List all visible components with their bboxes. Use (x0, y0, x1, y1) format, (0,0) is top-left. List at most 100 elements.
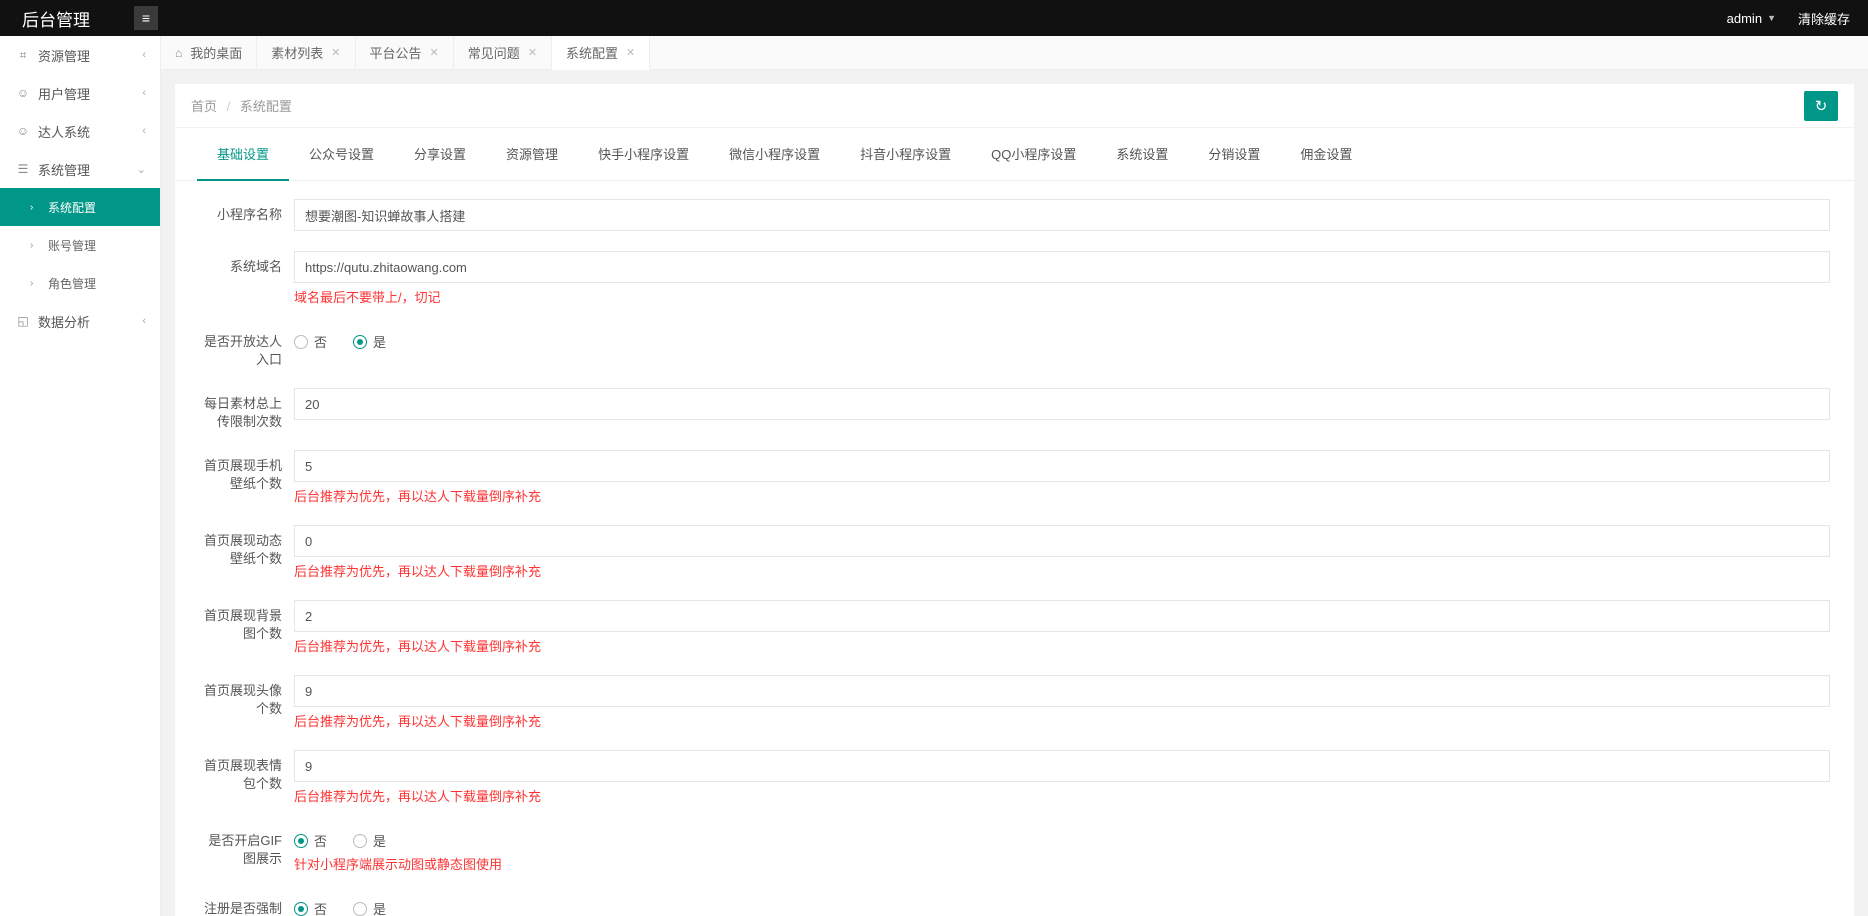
breadcrumb: 首页 / 系统配置 ↻ (175, 84, 1854, 128)
sidebar-sub-role[interactable]: › 角色管理 (0, 264, 160, 302)
radio-gif-no[interactable]: 否 (294, 831, 327, 850)
chevron-right-icon: › (30, 240, 42, 251)
tab-label: 常见问题 (468, 43, 520, 62)
sidebar-item-users[interactable]: ☺ 用户管理 ‹ (0, 74, 160, 112)
settings-tabs: 基础设置 公众号设置 分享设置 资源管理 快手小程序设置 微信小程序设置 抖音小… (175, 128, 1854, 181)
label-app-name: 小程序名称 (199, 199, 294, 224)
tab-share[interactable]: 分享设置 (394, 128, 486, 180)
clear-cache-button[interactable]: 清除缓存 (1798, 9, 1850, 28)
tab-desktop[interactable]: ⌂ 我的桌面 (161, 36, 257, 69)
tab-label: 素材列表 (271, 43, 323, 62)
chevron-down-icon: ⌄ (137, 163, 146, 176)
refresh-icon: ↻ (1815, 97, 1828, 115)
radio-gif-yes[interactable]: 是 (353, 831, 386, 850)
sidebar-item-system[interactable]: ☰ 系统管理 ⌄ (0, 150, 160, 188)
sidebar-item-resources[interactable]: ⌗ 资源管理 ‹ (0, 36, 160, 74)
tab-ks[interactable]: 快手小程序设置 (578, 128, 709, 180)
label-force-reg: 注册是否强制 (199, 893, 294, 916)
tab-material[interactable]: 素材列表 ✕ (257, 36, 355, 69)
label-open-daren: 是否开放达人入口 (199, 326, 294, 368)
label-home-dynamic: 首页展现动态壁纸个数 (199, 525, 294, 567)
breadcrumb-current: 系统配置 (240, 99, 292, 114)
chevron-right-icon: › (30, 278, 42, 289)
chevron-left-icon: ‹ (142, 49, 146, 61)
tab-mp[interactable]: 公众号设置 (289, 128, 394, 180)
label-gif-enable: 是否开启GIF图展示 (199, 825, 294, 867)
radio-open-daren-yes[interactable]: 是 (353, 332, 386, 351)
chart-icon: ◱ (14, 314, 32, 328)
close-icon[interactable]: ✕ (430, 46, 439, 59)
chevron-left-icon: ‹ (142, 315, 146, 327)
tab-res[interactable]: 资源管理 (486, 128, 578, 180)
label-home-phone: 首页展现手机壁纸个数 (199, 450, 294, 492)
input-home-phone[interactable] (294, 450, 1830, 482)
radio-icon (294, 335, 308, 349)
breadcrumb-sep: / (227, 99, 231, 114)
tab-faq[interactable]: 常见问题 ✕ (454, 36, 552, 69)
breadcrumb-home[interactable]: 首页 (191, 99, 217, 114)
home-icon: ⌂ (175, 46, 182, 60)
sidebar-item-label: 用户管理 (38, 84, 90, 103)
input-home-emoji[interactable] (294, 750, 1830, 782)
radio-icon (353, 335, 367, 349)
sidebar-item-daren[interactable]: ☺ 达人系统 ‹ (0, 112, 160, 150)
input-home-avatar[interactable] (294, 675, 1830, 707)
chevron-down-icon: ▼ (1767, 13, 1776, 23)
input-home-bg[interactable] (294, 600, 1830, 632)
input-app-name[interactable] (294, 199, 1830, 231)
tab-notice[interactable]: 平台公告 ✕ (356, 36, 454, 69)
tab-dist[interactable]: 分销设置 (1188, 128, 1280, 180)
sidebar-item-label: 达人系统 (38, 122, 90, 141)
tab-dy[interactable]: 抖音小程序设置 (840, 128, 971, 180)
help-home-phone: 后台推荐为优先，再以达人下载量倒序补充 (294, 486, 1830, 505)
sidebar: ⌗ 资源管理 ‹ ☺ 用户管理 ‹ ☺ 达人系统 ‹ ☰ 系统管理 ⌄ › 系统… (0, 36, 161, 916)
tab-label: 我的桌面 (190, 43, 242, 62)
tab-qq[interactable]: QQ小程序设置 (971, 128, 1096, 180)
tab-system-config[interactable]: 系统配置 ✕ (552, 36, 650, 70)
sidebar-sub-system-config[interactable]: › 系统配置 (0, 188, 160, 226)
radio-icon (353, 834, 367, 848)
brand-title: 后台管理 (22, 6, 90, 31)
tab-sys[interactable]: 系统设置 (1096, 128, 1188, 180)
sidebar-item-label: 账号管理 (48, 237, 96, 254)
user-name: admin (1727, 11, 1762, 26)
radio-open-daren-no[interactable]: 否 (294, 332, 327, 351)
label-home-avatar: 首页展现头像个数 (199, 675, 294, 717)
tab-wx[interactable]: 微信小程序设置 (709, 128, 840, 180)
label-daily-limit: 每日素材总上传限制次数 (199, 388, 294, 430)
chevron-left-icon: ‹ (142, 125, 146, 137)
sidebar-item-label: 数据分析 (38, 312, 90, 331)
grid-icon: ⌗ (14, 48, 32, 63)
topbar: 后台管理 ≡ admin ▼ 清除缓存 (0, 0, 1868, 36)
help-domain: 域名最后不要带上/，切记 (294, 287, 1830, 306)
label-home-bg: 首页展现背景图个数 (199, 600, 294, 642)
chevron-left-icon: ‹ (142, 87, 146, 99)
help-home-dynamic: 后台推荐为优先，再以达人下载量倒序补充 (294, 561, 1830, 580)
input-domain[interactable] (294, 251, 1830, 283)
user-icon: ☺ (14, 86, 32, 100)
sidebar-sub-account[interactable]: › 账号管理 (0, 226, 160, 264)
user-menu[interactable]: admin ▼ (1727, 11, 1776, 26)
radio-icon (294, 902, 308, 916)
close-icon[interactable]: ✕ (528, 46, 537, 59)
radio-force-reg-yes[interactable]: 是 (353, 899, 386, 916)
list-icon: ☰ (14, 162, 32, 176)
close-icon[interactable]: ✕ (331, 46, 340, 59)
radio-force-reg-no[interactable]: 否 (294, 899, 327, 916)
help-home-avatar: 后台推荐为优先，再以达人下载量倒序补充 (294, 711, 1830, 730)
tab-label: 系统配置 (566, 43, 618, 62)
tab-comm[interactable]: 佣金设置 (1280, 128, 1372, 180)
sidebar-item-label: 系统管理 (38, 160, 90, 179)
help-gif: 针对小程序端展示动图或静态图使用 (294, 854, 1830, 873)
refresh-button[interactable]: ↻ (1804, 91, 1838, 121)
nav-toggle-button[interactable]: ≡ (134, 6, 158, 30)
chevron-right-icon: › (30, 202, 42, 213)
sidebar-item-label: 资源管理 (38, 46, 90, 65)
sidebar-item-analytics[interactable]: ◱ 数据分析 ‹ (0, 302, 160, 340)
radio-icon (294, 834, 308, 848)
input-daily-limit[interactable] (294, 388, 1830, 420)
input-home-dynamic[interactable] (294, 525, 1830, 557)
tab-basic[interactable]: 基础设置 (197, 128, 289, 181)
radio-icon (353, 902, 367, 916)
close-icon[interactable]: ✕ (626, 46, 635, 59)
